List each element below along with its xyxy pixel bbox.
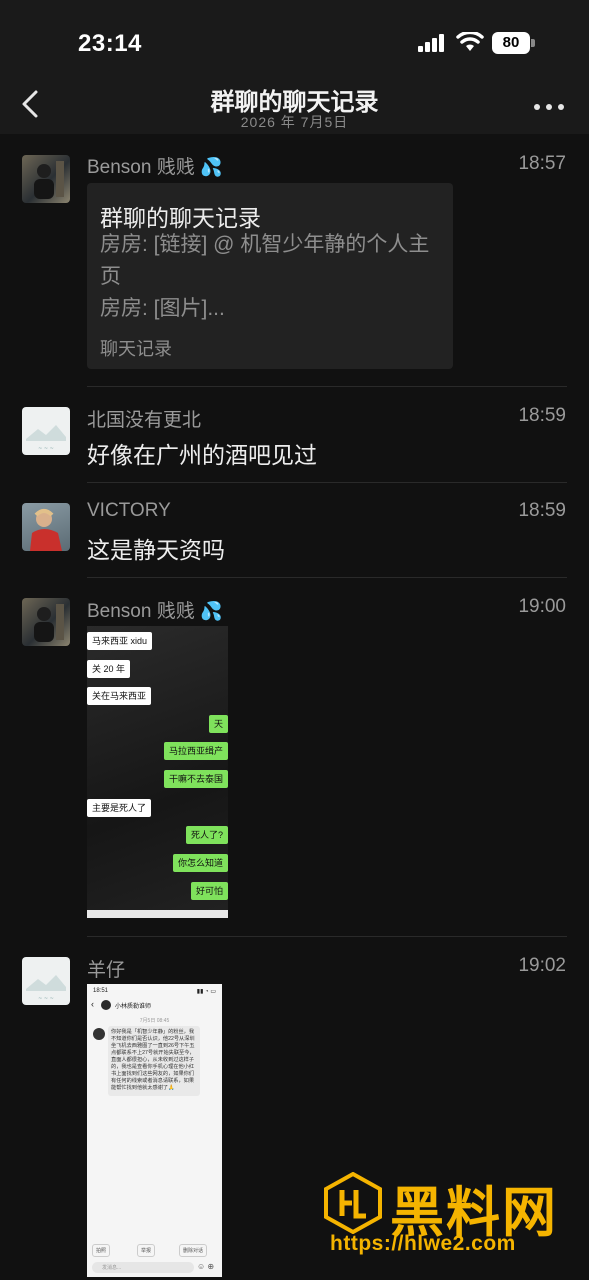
landscape-avatar-icon: ~ ~ ~ [26, 425, 66, 452]
record-footer: 聊天记录 [100, 339, 172, 359]
avatar[interactable]: ~ ~ ~ [22, 957, 70, 1005]
sender-name[interactable]: VICTORY [87, 500, 171, 522]
image-contact-name: 小林质勒谁师 [115, 1004, 152, 1010]
sender-name-text: Benson 贱贱 [87, 157, 195, 178]
image-chat-bubble: 你怎么知道 [172, 854, 228, 872]
status-time: 23:14 [78, 30, 142, 57]
image-chat-bubble: 好可怕 [190, 882, 228, 900]
watermark: 黑料网 https://hlwe2.com [322, 1172, 572, 1272]
image-chat-bubble: 死人了? [185, 826, 228, 844]
person-photo-icon [30, 509, 62, 551]
image-sender-avatar [93, 1028, 105, 1040]
image-chat-bubble: 关 20 年 [87, 660, 131, 678]
svg-text:~ ~ ~: ~ ~ ~ [38, 996, 54, 1002]
record-title: 群聊的聊天记录 [100, 205, 261, 231]
avatar[interactable] [22, 155, 70, 203]
sweat-drops-icon: 💦 [200, 601, 223, 621]
message-time: 18:59 [518, 500, 566, 521]
sender-name[interactable]: 羊仔 [87, 955, 125, 982]
image-chat-bubble: 马拉西亚缉产 [163, 742, 228, 760]
image-avatar [101, 1000, 111, 1010]
image-action: 拍照 [92, 1244, 111, 1257]
message-time: 18:57 [518, 153, 566, 174]
sender-name[interactable]: Benson 贱贱 💦 [87, 152, 222, 179]
phone-screenshot-image[interactable]: 18:51 ▮▮ ◔ ▭ ‹ 小林质勒谁师 7月5日 08:45 你好我是「机智… [87, 984, 222, 1277]
divider [87, 482, 567, 483]
image-chat-bubble: 关在马来西亚 [87, 687, 152, 705]
watermark-logo-icon [324, 1172, 382, 1234]
message-time: 18:59 [518, 405, 566, 426]
chat-screenshot-image[interactable]: 马来西亚 xidu 关 20 年 关在马来西亚 天 马拉西亚缉产 干嘛不去泰国 … [87, 626, 228, 918]
sender-name-text: Benson 贱贱 [87, 601, 195, 622]
image-action: 删除对话 [179, 1244, 208, 1257]
image-chat-bubble: 马来西亚 xidu [87, 632, 153, 650]
battery-icon: 80 [492, 32, 536, 54]
avatar[interactable] [22, 503, 70, 551]
image-status-icons: ▮▮ ◔ ▭ [196, 989, 216, 995]
sweat-drops-icon: 💦 [200, 157, 223, 177]
person-photo-icon [34, 161, 64, 199]
more-options-button[interactable] [530, 100, 570, 114]
avatar[interactable]: ~ ~ ~ [22, 407, 70, 455]
image-date: 7月5日 08:45 [139, 1018, 170, 1024]
message-time: 19:02 [518, 955, 566, 976]
battery-cap [531, 39, 535, 47]
divider [87, 577, 567, 578]
page-date: 2026 年 7月5日 [240, 114, 349, 130]
message-time: 19:00 [518, 596, 566, 617]
watermark-url: https://hlwe2.com [330, 1232, 516, 1255]
record-line: 房房: [图片]... [100, 297, 225, 320]
wifi-icon [456, 32, 484, 51]
message-text: 这是静天资吗 [87, 537, 225, 563]
divider [87, 386, 567, 387]
divider [87, 936, 567, 937]
image-chat-bubble: 天 [208, 715, 228, 733]
image-status-time: 18:51 [93, 988, 109, 994]
landscape-avatar-icon: ~ ~ ~ [26, 975, 66, 1002]
image-chat-bubble: 干嘛不去泰国 [163, 770, 228, 788]
sender-name[interactable]: 北国没有更北 [87, 405, 201, 432]
sender-name[interactable]: Benson 贱贱 💦 [87, 596, 222, 623]
battery-level: 80 [492, 32, 530, 54]
image-chat-bubble: 主要是死人了 [87, 799, 152, 817]
image-input-bar [87, 910, 228, 918]
image-emoji-icon: ☺ ⊕ [197, 1262, 215, 1271]
image-message-bubble: 你好我是「机智少年静」的粉丝，我不知道你们是否认识，他22号从深圳坐飞机去西雅图… [108, 1026, 200, 1096]
image-input-field: 发消息... [92, 1262, 194, 1273]
image-back-icon: ‹ [91, 999, 94, 1009]
person-photo-icon [34, 604, 64, 642]
message-text: 好像在广州的酒吧见过 [87, 442, 317, 468]
record-line: 房房: [链接] @ 机智少年静的个人主页 [100, 233, 430, 288]
cellular-signal-icon [418, 34, 444, 52]
image-action-row: 拍照 举报 删除对话 [87, 1244, 222, 1258]
avatar[interactable] [22, 598, 70, 646]
svg-text:~ ~ ~: ~ ~ ~ [38, 446, 54, 452]
nav-header: 群聊的聊天记录 2026 年 7月5日 [0, 60, 589, 134]
image-action: 举报 [137, 1244, 156, 1257]
chat-record-card[interactable]: 群聊的聊天记录 房房: [链接] @ 机智少年静的个人主页 房房: [图片]..… [87, 183, 453, 369]
